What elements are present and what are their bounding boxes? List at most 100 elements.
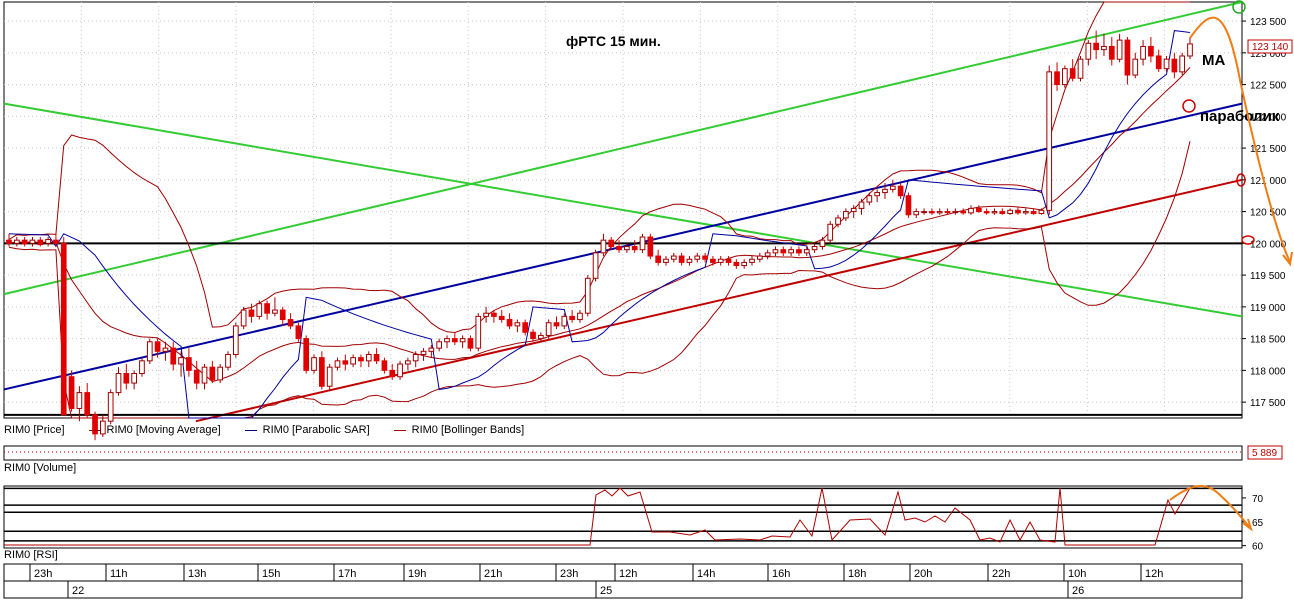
candle-body	[68, 376, 75, 409]
legend-price-label: RIM0 [Price]	[4, 424, 65, 436]
candle-body	[397, 363, 403, 378]
candle-body	[960, 211, 967, 214]
hour-label: 22h	[992, 568, 1010, 580]
price-tick-label: 118 500	[1250, 335, 1286, 346]
candle-body	[170, 347, 177, 365]
hour-label: 10h	[1068, 568, 1086, 580]
legend-swatch-bb	[393, 429, 406, 431]
candle-body	[154, 341, 161, 352]
candle-body	[1108, 45, 1115, 60]
volume-value-label: 5 889	[1252, 448, 1277, 459]
candle-body	[796, 249, 802, 254]
candle-body	[952, 211, 959, 214]
candle-body	[319, 357, 325, 387]
date-label: 25	[600, 585, 612, 597]
parabolic-annotation: параболик	[1200, 108, 1280, 125]
candle-body	[1007, 209, 1013, 214]
candle-body	[741, 261, 748, 267]
candle-body	[1179, 55, 1186, 73]
candle-body	[678, 255, 685, 263]
candle-body	[295, 325, 302, 340]
legend-item-bb: RIM0 [Bollinger Bands]	[393, 424, 525, 436]
candle-body	[788, 249, 794, 254]
legend-item-ma: RIM0 [Moving Average]	[88, 424, 221, 436]
legend-bb-label: RIM0 [Bollinger Bands]	[411, 424, 525, 436]
candle-body	[193, 369, 200, 384]
candle-body	[1124, 39, 1131, 76]
candle-body	[506, 319, 513, 327]
candle-body	[373, 353, 380, 362]
price-tick-label: 122 500	[1250, 81, 1287, 92]
candle-body	[772, 249, 779, 254]
candle-body	[451, 338, 458, 343]
hour-label: 15h	[262, 568, 280, 580]
candle-body	[710, 258, 716, 263]
candle-body	[702, 255, 708, 260]
candle-body	[584, 277, 591, 314]
candle-body	[436, 341, 443, 349]
date-label: 26	[1072, 585, 1084, 597]
candle-body	[107, 392, 114, 422]
candle-body	[29, 239, 36, 244]
candle-body	[749, 258, 755, 263]
candle-body	[835, 217, 841, 225]
candle-body	[60, 242, 67, 416]
candle-body	[76, 392, 83, 409]
candle-body	[1085, 42, 1092, 60]
candle-body	[1155, 55, 1162, 70]
candle-body	[256, 303, 263, 317]
candle-body	[209, 366, 216, 381]
candle-body	[303, 338, 310, 371]
candle-body	[647, 236, 654, 257]
candle-body	[311, 357, 317, 371]
candle-body	[1171, 58, 1178, 73]
hour-label: 12h	[1145, 568, 1163, 580]
candle-body	[201, 366, 208, 384]
legend: RIM0 [Price] RIM0 [Moving Average] RIM0 …	[4, 423, 548, 437]
rsi-panel[interactable]	[3, 485, 1243, 549]
legend-swatch-sar	[244, 429, 257, 431]
hour-label: 13h	[188, 568, 206, 580]
candle-body	[248, 309, 255, 317]
hour-label: 11h	[110, 568, 128, 580]
candle-body	[1093, 42, 1099, 51]
candle-body	[1015, 209, 1021, 214]
candle-body	[146, 341, 153, 362]
candle-body	[913, 211, 920, 216]
candle-body	[350, 357, 356, 365]
candle-body	[944, 211, 951, 214]
candle-body	[420, 350, 427, 355]
candle-body	[1022, 211, 1029, 214]
candle-body	[217, 366, 224, 381]
candle-body	[921, 211, 927, 214]
candle-body	[514, 322, 521, 327]
candle-body	[232, 325, 239, 355]
candle-body	[866, 195, 873, 203]
hour-label: 12h	[619, 568, 637, 580]
candle-body	[279, 309, 286, 321]
candle-body	[537, 334, 544, 340]
volume-panel[interactable]	[3, 445, 1243, 461]
candle-body	[874, 192, 880, 197]
rsi-tick-label: 60	[1252, 542, 1264, 553]
candle-body	[287, 319, 294, 327]
chart-window: 117 500 118 000 118 500 119 000 119 500 120 0…	[0, 0, 1294, 600]
candle-body	[561, 315, 568, 327]
ma-annotation: MA	[1202, 52, 1225, 69]
candle-body	[686, 258, 693, 263]
candle-body	[1148, 45, 1154, 57]
candle-body	[1077, 58, 1084, 79]
legend-sar-label: RIM0 [Parabolic SAR]	[262, 424, 370, 436]
candle-body	[827, 223, 834, 241]
candle-body	[428, 347, 435, 352]
candle-body	[882, 188, 888, 194]
candle-body	[1132, 58, 1139, 76]
candle-body	[1140, 45, 1146, 60]
candle-body	[186, 357, 192, 371]
candle-body	[616, 246, 622, 251]
candle-body	[600, 239, 607, 254]
candle-body	[631, 246, 638, 251]
candle-body	[663, 258, 669, 263]
legend-swatch-ma	[88, 429, 101, 431]
candle-body	[569, 315, 575, 321]
